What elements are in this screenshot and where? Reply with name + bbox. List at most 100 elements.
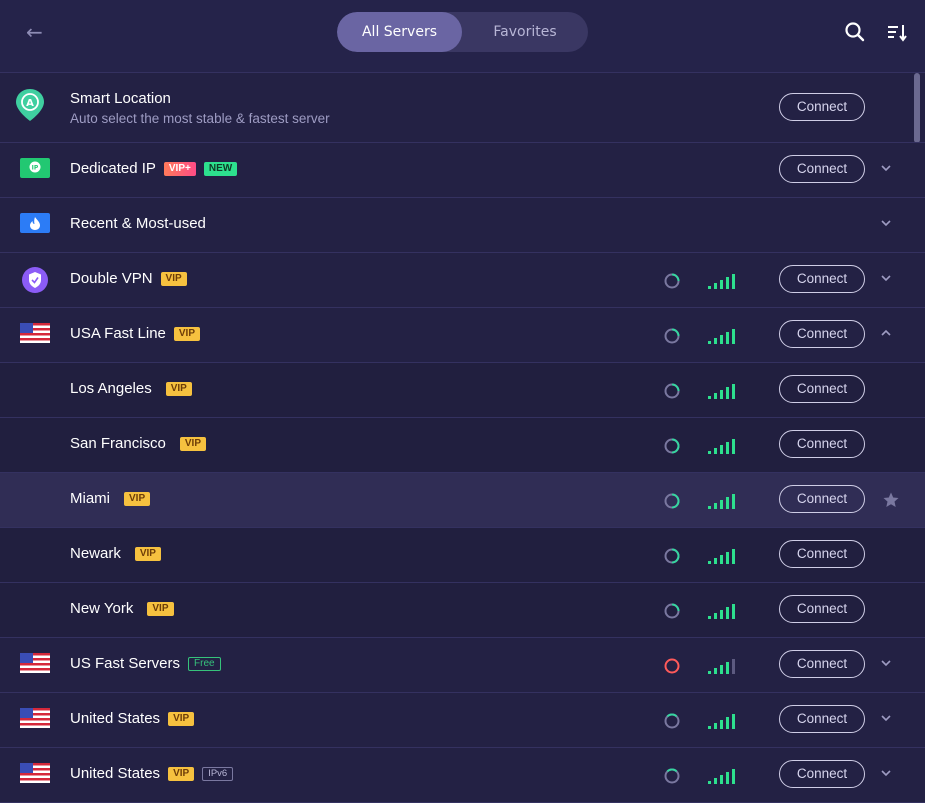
tab-all-servers[interactable]: All Servers [337,12,462,52]
chevron-down-icon[interactable] [879,766,893,780]
row-name-wrap: Miami VIP [70,490,151,507]
connect-button[interactable]: Connect [779,705,865,733]
row-name: US Fast Servers [70,655,181,672]
list-item-san-francisco[interactable]: San Francisco VIP Connect [0,418,925,473]
signal-icon [708,659,735,674]
vip-badge: VIP [168,711,195,726]
free-badge: Free [188,656,221,671]
row-name-wrap: Newark VIP [70,545,161,562]
double-vpn-shield-icon [22,267,48,293]
signal-icon [708,274,735,289]
ping-icon [664,328,680,344]
row-name: San Francisco [70,435,166,452]
ping-icon [664,768,680,784]
list-item-us-fast-servers[interactable]: US Fast Servers Free Connect [0,638,925,693]
smart-location-icon: A [16,89,44,121]
ping-icon [664,603,680,619]
search-icon[interactable] [843,20,867,44]
us-flag-icon [20,653,50,673]
list-item-recent[interactable]: Recent & Most-used [0,198,925,253]
list-item-dedicated-ip[interactable]: IP Dedicated IP VIP+ NEW Connect [0,143,925,198]
top-bar: ← All Servers Favorites [0,0,925,73]
ping-icon [664,438,680,454]
vip-badge: VIP [124,491,151,506]
list-item-smart-location[interactable]: A Smart Location Auto select the most st… [0,73,925,143]
signal-icon [708,329,735,344]
signal-icon [708,549,735,564]
row-name: Miami [70,490,110,507]
ipv6-badge: IPv6 [202,766,234,781]
connect-button[interactable]: Connect [779,650,865,678]
list-item-double-vpn[interactable]: Double VPN VIP Connect [0,253,925,308]
svg-text:A: A [26,98,34,109]
connect-button[interactable]: Connect [779,155,865,183]
favorite-star-icon[interactable] [882,491,900,509]
row-name-wrap: San Francisco VIP [70,435,206,452]
connect-button[interactable]: Connect [779,485,865,513]
row-name: New York [70,600,134,617]
signal-icon [708,494,735,509]
connect-button[interactable]: Connect [779,93,865,121]
back-arrow-icon[interactable]: ← [26,20,54,44]
us-flag-icon [20,708,50,728]
ip-icon: IP [20,158,50,178]
chevron-down-icon[interactable] [879,216,893,230]
ping-icon [664,493,680,509]
list-item-newark[interactable]: Newark VIP Connect [0,528,925,583]
smart-location-title: Smart Location [70,90,171,107]
connect-button[interactable]: Connect [779,320,865,348]
list-item-los-angeles[interactable]: Los Angeles VIP Connect [0,363,925,418]
row-name: Dedicated IP [70,160,156,177]
vip-badge: VIP [165,381,192,396]
list-item-united-states-ipv6[interactable]: United States VIP IPv6 Connect [0,748,925,803]
row-name: United States [70,765,161,782]
row-name-wrap: United States VIP IPv6 [70,765,234,782]
vip-badge: VIP [134,546,161,561]
chevron-down-icon[interactable] [879,161,893,175]
svg-text:IP: IP [32,165,39,172]
connect-button[interactable]: Connect [779,760,865,788]
chevron-up-icon[interactable] [879,326,893,340]
chevron-down-icon[interactable] [879,656,893,670]
signal-icon [708,439,735,454]
connect-button[interactable]: Connect [779,265,865,293]
row-name-wrap: Los Angeles VIP [70,380,192,397]
ping-icon [664,713,680,729]
new-badge: NEW [203,161,238,176]
list-item-usa-fast-line[interactable]: USA Fast Line VIP Connect [0,308,925,363]
row-name-wrap: Double VPN VIP [70,270,187,287]
row-name: Newark [70,545,121,562]
vip-badge: VIP [173,326,201,341]
sort-icon[interactable] [885,21,909,45]
row-name: Los Angeles [70,380,152,397]
us-flag-icon [20,763,50,783]
row-name: Double VPN [70,270,153,287]
smart-location-subtitle: Auto select the most stable & fastest se… [70,111,330,126]
list-item-united-states[interactable]: United States VIP Connect [0,693,925,748]
fire-icon [20,213,50,233]
vip-badge: VIP [179,436,206,451]
chevron-down-icon[interactable] [879,271,893,285]
row-name-wrap: USA Fast Line VIP [70,325,201,342]
connect-button[interactable]: Connect [779,540,865,568]
row-name-wrap: US Fast Servers Free [70,655,221,672]
vip-badge: VIP [160,271,187,286]
signal-icon [708,769,735,784]
list-item-new-york[interactable]: New York VIP Connect [0,583,925,638]
row-name: United States [70,710,161,727]
connect-button[interactable]: Connect [779,430,865,458]
ping-icon [664,548,680,564]
server-list: A Smart Location Auto select the most st… [0,73,925,803]
vip-badge: VIP [168,766,195,781]
connect-button[interactable]: Connect [779,595,865,623]
row-name-wrap: New York VIP [70,600,174,617]
chevron-down-icon[interactable] [879,711,893,725]
signal-icon [708,714,735,729]
ping-icon [664,383,680,399]
signal-icon [708,604,735,619]
tab-favorites[interactable]: Favorites [462,12,588,52]
us-flag-icon [20,323,50,343]
signal-icon [708,384,735,399]
connect-button[interactable]: Connect [779,375,865,403]
list-item-miami[interactable]: Miami VIP Connect [0,473,925,528]
